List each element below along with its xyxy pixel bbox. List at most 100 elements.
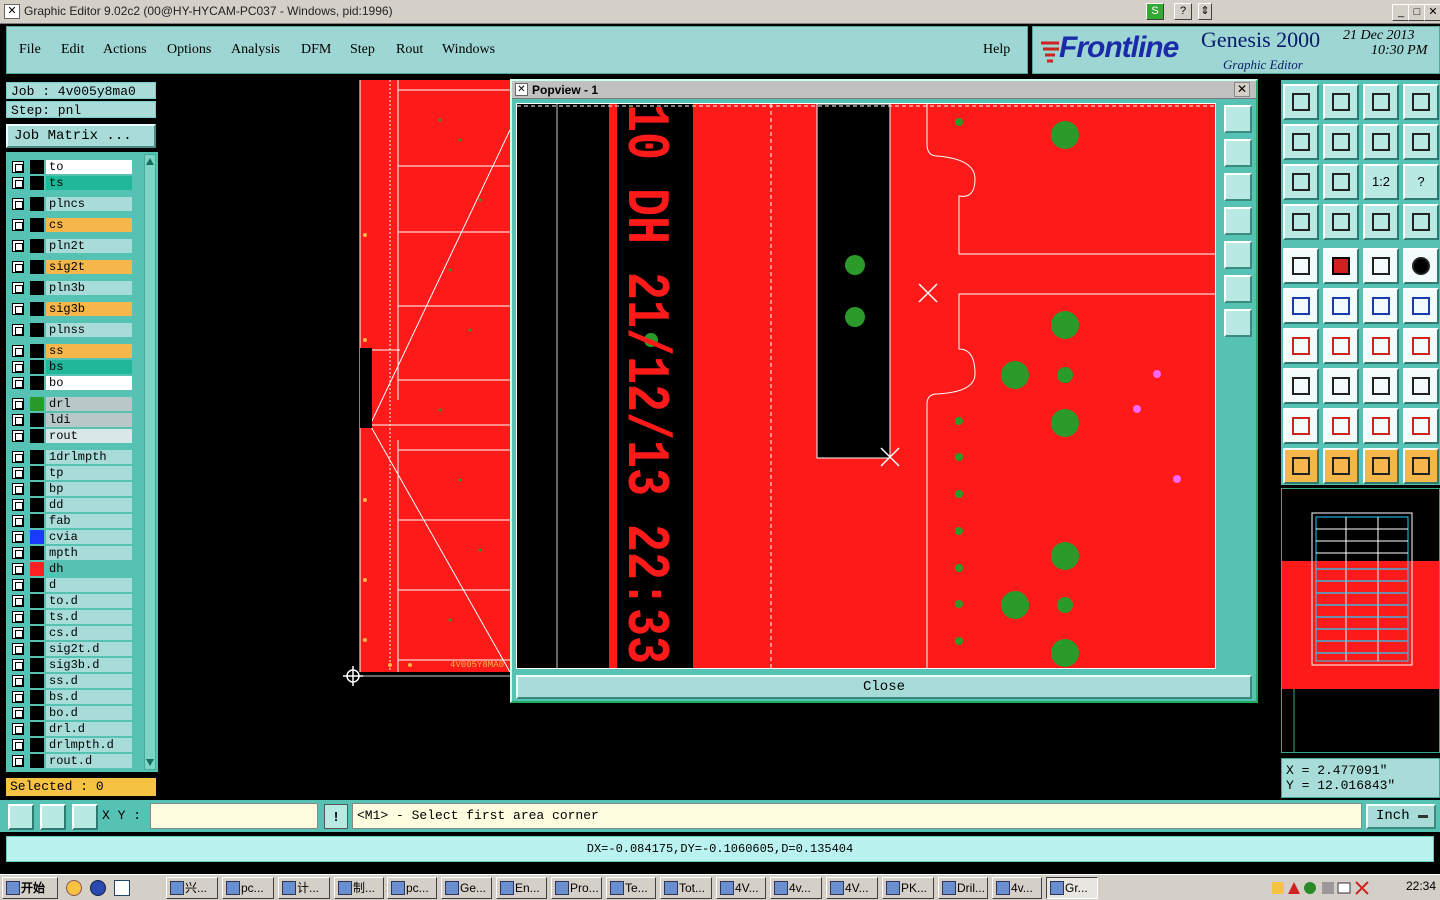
layer-checkbox[interactable] [12,261,24,273]
quicklaunch-clock-icon[interactable] [66,880,82,896]
pattern-tool-icon[interactable] [1403,368,1439,404]
scroll-down-icon[interactable] [146,759,154,767]
route-tool-icon[interactable] [1403,448,1439,484]
menu-rout[interactable]: Rout [396,42,423,58]
layer-checkbox[interactable] [12,723,24,735]
layer-color-swatch[interactable] [30,176,44,190]
net-filter-icon[interactable] [1403,204,1439,240]
layer-row[interactable]: cs [10,218,132,232]
layer-checkbox[interactable] [12,547,24,559]
layer-name[interactable]: mpth [46,546,132,560]
taskbar-button[interactable]: 计... [278,877,330,899]
layer-row[interactable]: ldi [10,413,132,427]
layer-row[interactable]: bs.d [10,690,132,704]
layer-color-swatch[interactable] [30,530,44,544]
layer-checkbox[interactable] [12,691,24,703]
layer-checkbox[interactable] [12,414,24,426]
layer-name[interactable]: sig3b.d [46,658,132,672]
layer-name[interactable]: cs.d [46,626,132,640]
layer-color-swatch[interactable] [30,239,44,253]
taskbar-button[interactable]: 4V... [826,877,878,899]
layer-color-swatch[interactable] [30,344,44,358]
layer-row[interactable]: pln2t [10,239,132,253]
layer-checkbox[interactable] [12,579,24,591]
layer-color-swatch[interactable] [30,578,44,592]
help-icon[interactable]: ? [1174,3,1192,20]
layer-name[interactable]: rout [46,429,132,443]
layer-color-swatch[interactable] [30,706,44,720]
layer-checkbox[interactable] [12,675,24,687]
layer-row[interactable]: ts [10,176,132,190]
layer-color-swatch[interactable] [30,260,44,274]
units-selector[interactable]: Inch [1366,804,1436,829]
layer-checkbox[interactable] [12,627,24,639]
select-cursor-tool-icon[interactable] [1363,448,1399,484]
layer-color-swatch[interactable] [30,302,44,316]
layer-name[interactable]: sig2t.d [46,642,132,656]
layer-row[interactable]: d [10,578,132,592]
layer-color-swatch[interactable] [30,482,44,496]
snap-mode-icon[interactable] [8,804,34,830]
layer-name[interactable]: to [46,160,132,174]
zoom-fit-icon[interactable] [1283,164,1319,200]
layer-color-swatch[interactable] [30,754,44,768]
popview-close-icon[interactable]: ✕ [1234,82,1250,97]
layer-checkbox[interactable] [12,499,24,511]
layer-color-swatch[interactable] [30,429,44,443]
exclamation-button[interactable]: ! [324,804,348,829]
layer-name[interactable]: drl.d [46,722,132,736]
line-tool-icon[interactable] [1283,328,1319,364]
taskbar-button[interactable]: Tot... [660,877,712,899]
layer-checkbox[interactable] [12,515,24,527]
taskbar-button[interactable]: Pro... [551,877,602,899]
taskbar-button[interactable]: Te... [606,877,656,899]
layer-row[interactable]: plnss [10,323,132,337]
mirror-tool-icon[interactable] [1403,328,1439,364]
layer-checkbox[interactable] [12,451,24,463]
layer-color-swatch[interactable] [30,281,44,295]
layer-color-swatch[interactable] [30,562,44,576]
layer-row[interactable]: dd [10,498,132,512]
rotate-tool-icon[interactable] [1363,328,1399,364]
popview-pan-right-icon[interactable] [1224,241,1252,269]
layer-checkbox[interactable] [12,219,24,231]
undo-zoom-icon[interactable] [1363,124,1399,160]
layer-color-swatch[interactable] [30,160,44,174]
layer-name[interactable]: plncs [46,197,132,211]
layer-name[interactable]: to.d [46,594,132,608]
layer-row[interactable]: sig2t.d [10,642,132,656]
layer-row[interactable]: drl [10,397,132,411]
menu-windows[interactable]: Windows [442,42,495,58]
taskbar-button[interactable]: Dril... [938,877,988,899]
layer-checkbox[interactable] [12,531,24,543]
popview-zoom-home-icon[interactable] [1224,105,1252,133]
layer-color-swatch[interactable] [30,218,44,232]
layer-checkbox[interactable] [12,611,24,623]
layer-name[interactable]: ts [46,176,132,190]
menu-dfm[interactable]: DFM [301,42,331,58]
layer-color-swatch[interactable] [30,397,44,411]
layer-name[interactable]: bo.d [46,706,132,720]
layer-row[interactable]: to [10,160,132,174]
layer-row[interactable]: 1drlmpth [10,450,132,464]
copy-tool-icon[interactable] [1403,288,1439,324]
measure-mode-icon[interactable] [40,804,66,830]
move-tool-icon[interactable] [1363,288,1399,324]
taskbar-button[interactable]: 制... [334,877,384,899]
layer-checkbox[interactable] [12,563,24,575]
select-box-tool-icon[interactable] [1323,448,1359,484]
layer-row[interactable]: cs.d [10,626,132,640]
layer-color-swatch[interactable] [30,642,44,656]
taskbar-button[interactable]: 4V... [716,877,766,899]
layer-row[interactable]: sig3b [10,302,132,316]
popview-pan-left-icon[interactable] [1224,207,1252,235]
layer-row[interactable]: rout [10,429,132,443]
menu-analysis[interactable]: Analysis [231,42,280,58]
start-button[interactable]: 开始 [2,877,58,899]
layer-row[interactable]: ts.d [10,610,132,624]
layer-checkbox[interactable] [12,595,24,607]
layer-name[interactable]: drlmpth.d [46,738,132,752]
layer-name[interactable]: drl [46,397,132,411]
layer-list-scrollbar[interactable] [144,154,156,770]
zoom-next-icon[interactable] [1323,124,1359,160]
